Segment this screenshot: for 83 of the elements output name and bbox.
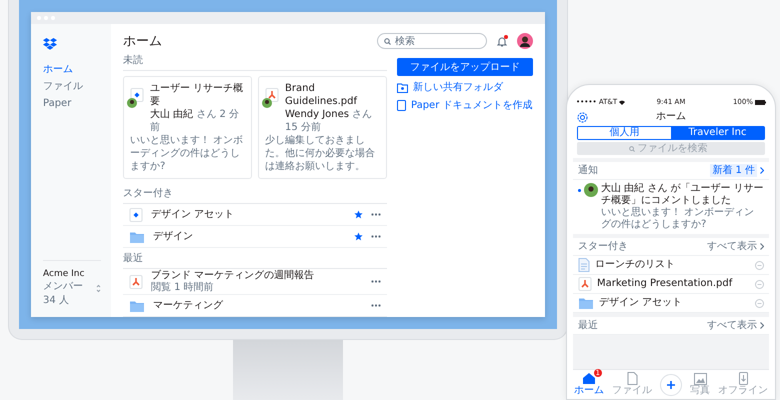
folder-icon	[578, 296, 594, 310]
folder-icon	[129, 298, 145, 312]
file-row[interactable]: マーケティング	[123, 295, 387, 317]
sidebar-item[interactable]: ホーム	[43, 61, 111, 78]
screen-title: ホーム	[655, 110, 687, 124]
comment-author: Wendy Jones さん 15 分前	[284, 108, 374, 134]
avatar-icon	[127, 98, 137, 108]
search-box[interactable]: 検索	[377, 33, 487, 49]
avatar-icon	[584, 183, 598, 197]
bell-icon[interactable]	[497, 36, 507, 46]
section-title: 通知	[578, 164, 599, 177]
add-button[interactable]	[660, 374, 682, 396]
phone-device-icon	[738, 372, 748, 385]
file-name[interactable]: ローンチのリスト	[595, 259, 750, 271]
new-count-badge[interactable]: 新着 1 件	[710, 164, 757, 177]
box-logo-icon	[43, 38, 57, 51]
section-title: 最近	[123, 248, 387, 269]
document-icon	[397, 100, 406, 111]
file-name: ユーザー リサーチ概要	[150, 82, 244, 108]
see-all-link[interactable]: すべて表示	[707, 240, 757, 253]
file-row[interactable]: デザイン アセット	[123, 204, 387, 226]
search-icon	[628, 146, 634, 152]
comment-text: 少し編集しておきました。他に何か必要な場合は連絡お願いします。	[265, 134, 376, 173]
notification-comment: いいと思います！ オンボーディングの件はどうしますか?	[601, 207, 756, 231]
settings-icon[interactable]	[577, 112, 588, 122]
sidebar-item[interactable]: Paper	[43, 95, 111, 112]
paper-icon	[130, 88, 144, 102]
battery-icon	[754, 100, 766, 105]
document-icon	[578, 258, 590, 272]
avatar-icon[interactable]	[517, 33, 533, 49]
file-detail: 閲覧 1 時間前	[151, 282, 215, 294]
create-document-link[interactable]: Paper ドキュメントを作成	[397, 99, 533, 112]
plus-icon	[666, 380, 676, 390]
more-icon[interactable]	[371, 213, 381, 216]
team-name: Acme Inc	[43, 269, 86, 279]
star-icon[interactable]	[354, 210, 363, 219]
comment-text: いいと思います！ オンボーディングの件はどうしますか?	[130, 134, 244, 173]
file-name[interactable]: ブランド マーケティングの週間報告	[151, 269, 363, 282]
file-name[interactable]: デザイン アセット	[599, 297, 750, 309]
notification-text[interactable]: 大山 由紀 さん が「ユーザー リサーチ概要」にコメントしました	[601, 183, 764, 207]
section-title: 最近	[578, 319, 599, 332]
photo-icon	[694, 373, 706, 385]
see-all-link[interactable]: すべて表示	[707, 319, 757, 332]
section-title: スター付き	[123, 183, 387, 204]
wifi-icon	[619, 100, 626, 105]
star-icon[interactable]	[354, 232, 363, 241]
member-count: メンバー 34 人	[43, 280, 84, 307]
chevron-right-icon	[760, 322, 764, 329]
folder-icon	[129, 230, 145, 244]
document-icon	[626, 372, 638, 385]
new-shared-folder-link[interactable]: 新しい共有フォルダ	[397, 81, 533, 94]
file-name: Brand Guidelines.pdf	[285, 82, 358, 108]
more-icon[interactable]	[371, 235, 381, 238]
avatar-icon	[262, 98, 272, 108]
file-name[interactable]: デザイン	[153, 230, 346, 243]
segment-tab[interactable]: Traveler Inc	[671, 127, 764, 139]
file-name[interactable]: デザイン アセット	[151, 208, 346, 221]
file-name[interactable]: マーケティング	[153, 299, 363, 312]
file-name[interactable]: Marketing Presentation.pdf	[597, 278, 750, 290]
comment-author: 大山 由紀 さん 2 分前	[149, 108, 240, 134]
more-icon[interactable]	[371, 280, 381, 283]
paper-icon	[129, 208, 143, 222]
search-box[interactable]: ファイルを検索	[577, 142, 765, 155]
chevron-right-icon	[760, 243, 764, 250]
search-icon	[384, 38, 391, 44]
file-card[interactable]: Brand Guidelines.pdf Wendy Jones さん 15 分前 少し編集しておきました。他に何か必要な場合は連絡お願いします。	[258, 76, 387, 179]
pdf-icon	[578, 277, 592, 291]
section-title: 未読	[123, 50, 387, 71]
search-field[interactable]: 検索	[395, 36, 475, 46]
page-title: ホーム	[123, 33, 163, 50]
more-icon[interactable]	[371, 304, 381, 307]
chevron-right-icon	[760, 167, 764, 174]
search-field[interactable]: ファイルを検索	[638, 143, 714, 154]
pdf-icon	[265, 88, 279, 102]
home-icon	[582, 372, 596, 385]
file-row[interactable]: デザイン	[123, 226, 387, 248]
sidebar-item[interactable]: ファイル	[43, 78, 111, 95]
pdf-icon	[129, 274, 143, 288]
section-title: スター付き	[578, 240, 629, 253]
file-card[interactable]: ユーザー リサーチ概要 大山 由紀 さん 2 分前 いいと思います！ オンボーディングの件はどうしますか?	[123, 76, 252, 179]
shared-folder-icon	[397, 82, 408, 92]
file-row[interactable]: ブランド マーケティングの週間報告 閲覧 1 時間前	[123, 269, 387, 295]
upload-button[interactable]: ファイルをアップロード	[397, 58, 533, 76]
